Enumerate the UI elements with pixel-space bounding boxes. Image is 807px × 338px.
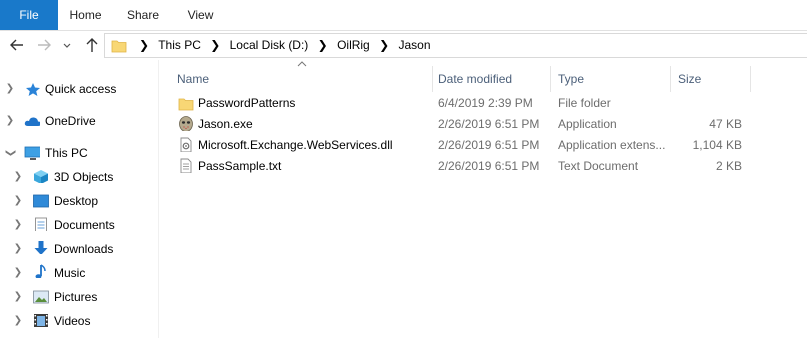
tab-share[interactable]: Share (113, 0, 173, 30)
chevron-right-icon[interactable]: ❯ (210, 34, 220, 57)
file-size: 2 KB (715, 159, 742, 173)
nav-item-videos[interactable]: ❯ Videos (0, 310, 158, 332)
navigation-pane: ❯ Quick access ❯ OneDrive ❯ This PC ❯ 3D… (0, 60, 159, 338)
file-name: PasswordPatterns (198, 96, 296, 110)
nav-item-onedrive[interactable]: ❯ OneDrive (0, 110, 158, 132)
nav-item-desktop[interactable]: ❯ Desktop (0, 190, 158, 212)
file-type: Application (558, 117, 617, 131)
nav-label-music: Music (54, 266, 86, 280)
pictures-icon (33, 290, 49, 304)
desktop-icon (33, 194, 49, 208)
chevron-right-icon[interactable]: ❯ (13, 190, 23, 212)
documents-icon (35, 217, 47, 231)
chevron-down-icon (63, 43, 71, 48)
nav-label-3d-objects: 3D Objects (54, 170, 114, 184)
text-file-icon (180, 158, 192, 173)
column-header-size[interactable]: Size (678, 66, 750, 92)
navigation-bar: ❯ This PC ❯ Local Disk (D:) ❯ OilRig ❯ J… (0, 31, 807, 59)
column-divider[interactable] (550, 66, 551, 92)
breadcrumb: ❯ This PC ❯ Local Disk (D:) ❯ OilRig ❯ J… (133, 34, 431, 57)
nav-item-pictures[interactable]: ❯ Pictures (0, 286, 158, 308)
file-date: 2/26/2019 6:51 PM (438, 159, 540, 173)
chevron-right-icon[interactable]: ❯ (318, 34, 328, 57)
column-divider[interactable] (670, 66, 671, 92)
file-date: 2/26/2019 6:51 PM (438, 138, 540, 152)
chevron-right-icon[interactable]: ❯ (13, 310, 23, 332)
chevron-right-icon[interactable]: ❯ (5, 78, 15, 100)
nav-label-onedrive: OneDrive (45, 114, 96, 128)
file-type: File folder (558, 96, 611, 110)
breadcrumb-local-disk[interactable]: Local Disk (D:) (230, 38, 309, 52)
nav-label-quick-access: Quick access (45, 82, 117, 96)
column-header-name[interactable]: Name (177, 66, 432, 92)
column-header-date[interactable]: Date modified (438, 66, 550, 92)
recent-locations-button[interactable] (60, 34, 74, 56)
tab-file[interactable]: File (0, 0, 58, 30)
cube-icon (34, 170, 48, 183)
back-arrow-icon (10, 39, 23, 51)
nav-label-downloads: Downloads (54, 242, 114, 256)
dll-file-icon (180, 137, 192, 152)
address-bar[interactable]: ❯ This PC ❯ Local Disk (D:) ❯ OilRig ❯ J… (104, 33, 807, 58)
breadcrumb-oilrig[interactable]: OilRig (337, 38, 370, 52)
up-button[interactable] (82, 34, 102, 56)
file-date: 2/26/2019 6:51 PM (438, 117, 540, 131)
nav-label-documents: Documents (54, 218, 115, 232)
up-arrow-icon (86, 38, 98, 52)
tab-home[interactable]: Home (58, 0, 113, 30)
file-name: Jason.exe (198, 117, 253, 131)
forward-arrow-icon (38, 39, 51, 51)
chevron-right-icon[interactable]: ❯ (5, 110, 15, 132)
nav-item-3d-objects[interactable]: ❯ 3D Objects (0, 166, 158, 188)
column-divider[interactable] (750, 66, 751, 92)
file-type: Application extens... (558, 138, 666, 152)
file-list: Name Date modified Type Size PasswordPat… (160, 60, 807, 338)
download-arrow-icon (34, 241, 48, 254)
nav-item-music[interactable]: ❯ Music (0, 262, 158, 284)
chevron-right-icon[interactable]: ❯ (139, 34, 149, 57)
file-size: 1,104 KB (692, 138, 742, 152)
nav-label-videos: Videos (54, 314, 91, 328)
star-icon (26, 83, 40, 96)
chevron-right-icon[interactable]: ❯ (13, 286, 23, 308)
breadcrumb-jason[interactable]: Jason (398, 38, 430, 52)
chevron-right-icon[interactable]: ❯ (13, 262, 23, 284)
file-row[interactable]: PassSample.txt 2/26/2019 6:51 PM Text Do… (178, 156, 758, 177)
file-name: PassSample.txt (198, 159, 282, 173)
nav-item-this-pc[interactable]: ❯ This PC (0, 142, 158, 164)
forward-button[interactable] (34, 34, 54, 56)
film-strip-icon (34, 314, 48, 327)
cloud-icon (24, 117, 40, 126)
file-row[interactable]: Microsoft.Exchange.WebServices.dll 2/26/… (178, 135, 758, 156)
folder-icon (111, 40, 127, 53)
column-header-type[interactable]: Type (558, 66, 670, 92)
nav-item-downloads[interactable]: ❯ Downloads (0, 238, 158, 260)
nav-item-quick-access[interactable]: ❯ Quick access (0, 78, 158, 100)
music-note-icon (35, 264, 46, 278)
nav-item-documents[interactable]: ❯ Documents (0, 214, 158, 236)
chevron-right-icon[interactable]: ❯ (379, 34, 389, 57)
computer-icon (24, 146, 40, 160)
column-divider[interactable] (432, 66, 433, 92)
file-date: 6/4/2019 2:39 PM (438, 96, 533, 110)
breadcrumb-this-pc[interactable]: This PC (158, 38, 201, 52)
chevron-right-icon[interactable]: ❯ (13, 214, 23, 236)
chevron-right-icon[interactable]: ❯ (13, 238, 23, 260)
nav-label-desktop: Desktop (54, 194, 99, 208)
ribbon: File Home Share View (0, 0, 807, 31)
tab-view[interactable]: View (173, 0, 228, 30)
file-size: 47 KB (709, 117, 742, 131)
nav-label-this-pc: This PC (45, 146, 88, 160)
file-row[interactable]: PasswordPatterns 6/4/2019 2:39 PM File f… (178, 93, 758, 114)
app-mask-icon (179, 116, 193, 131)
nav-label-pictures: Pictures (54, 290, 98, 304)
back-button[interactable] (8, 34, 28, 56)
file-row[interactable]: Jason.exe 2/26/2019 6:51 PM Application … (178, 114, 758, 135)
file-type: Text Document (558, 159, 639, 173)
file-name: Microsoft.Exchange.WebServices.dll (198, 138, 393, 152)
chevron-right-icon[interactable]: ❯ (13, 166, 23, 188)
folder-icon (178, 98, 194, 111)
chevron-down-icon[interactable]: ❯ (0, 148, 21, 158)
